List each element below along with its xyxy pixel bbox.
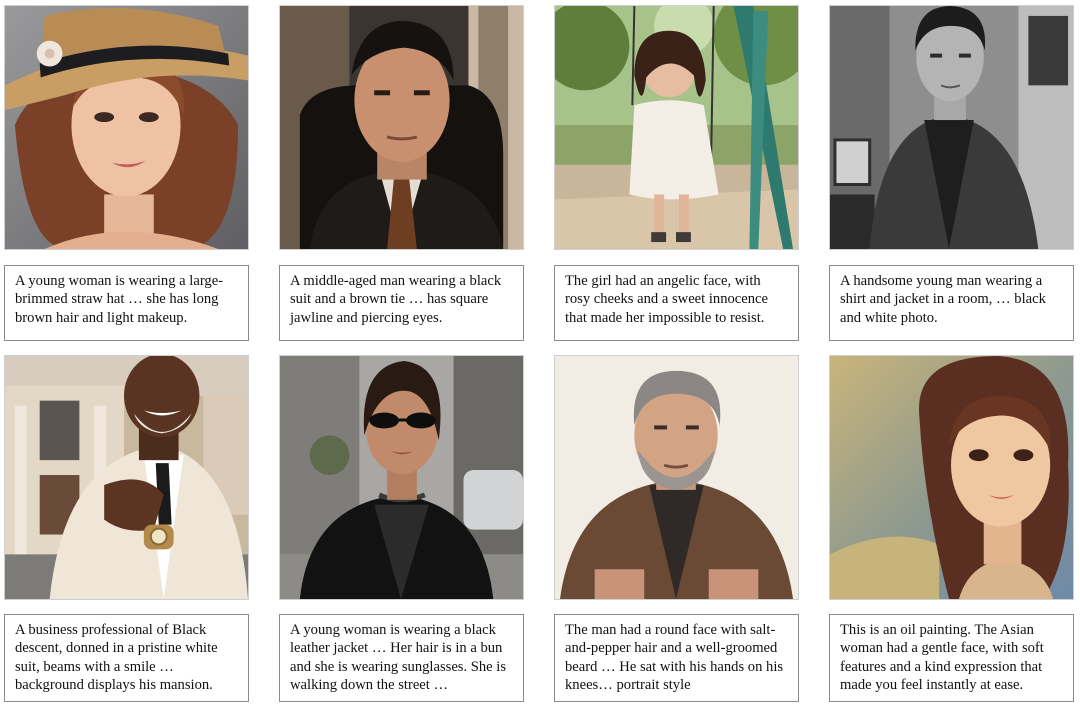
caption-girl-on-swing: The girl had an angelic face, with rosy … — [554, 265, 799, 341]
portrait-image-man-grey-beard — [554, 355, 799, 600]
caption-man-black-suit: A middle-aged man wearing a black suit a… — [279, 265, 524, 341]
portrait-image-girl-on-swing — [554, 5, 799, 250]
portrait-gallery: A young woman is wearing a large-brimmed… — [0, 0, 1080, 706]
portrait-image-oil-painting-woman — [829, 355, 1074, 600]
caption-woman-leather-jacket: A young woman is wearing a black leather… — [279, 614, 524, 702]
caption-man-grey-beard: The man had a round face with salt-and-p… — [554, 614, 799, 702]
portrait-image-young-man-bw — [829, 5, 1074, 250]
caption-young-man-bw: A handsome young man wearing a shirt and… — [829, 265, 1074, 341]
portrait-image-straw-hat-woman — [4, 5, 249, 250]
portrait-image-man-black-suit — [279, 5, 524, 250]
portrait-image-woman-leather-jacket — [279, 355, 524, 600]
caption-businessman-white-suit: A business professional of Black descent… — [4, 614, 249, 702]
caption-oil-painting-woman: This is an oil painting. The Asian woman… — [829, 614, 1074, 702]
portrait-image-businessman-white-suit — [4, 355, 249, 600]
caption-straw-hat-woman: A young woman is wearing a large-brimmed… — [4, 265, 249, 341]
